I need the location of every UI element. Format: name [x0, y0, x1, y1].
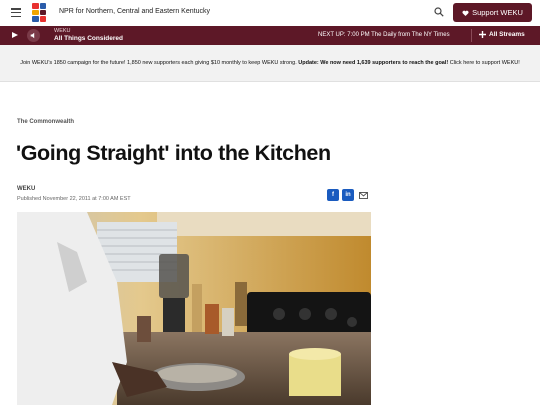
campaign-support-link[interactable]: Click here to support WEKU!	[448, 60, 520, 66]
volume-icon	[30, 32, 35, 39]
weku-logo[interactable]	[32, 3, 46, 22]
all-streams-label: All Streams	[489, 31, 525, 38]
plus-icon	[479, 31, 486, 38]
kitchen-photo	[17, 212, 371, 405]
article-headline: 'Going Straight' into the Kitchen	[16, 141, 331, 165]
campaign-text-plain: Join WEKU's 1850 campaign for the future…	[20, 60, 299, 66]
site-tagline: NPR for Northern, Central and Eastern Ke…	[59, 8, 210, 15]
facebook-icon: f	[332, 192, 334, 198]
audio-player-bar: WEKU All Things Considered NEXT UP: 7:00…	[0, 26, 540, 45]
campaign-banner: Join WEKU's 1850 campaign for the future…	[0, 45, 540, 82]
site-header: NPR for Northern, Central and Eastern Ke…	[0, 0, 540, 26]
hamburger-icon[interactable]	[11, 8, 21, 17]
play-icon[interactable]	[12, 32, 18, 38]
player-divider	[471, 29, 472, 42]
next-up: NEXT UP: 7:00 PM The Daily from The NY T…	[318, 32, 450, 38]
all-streams-button[interactable]: All Streams	[479, 31, 525, 38]
station-name: WEKU	[54, 28, 71, 34]
program-name[interactable]: All Things Considered	[54, 35, 123, 42]
volume-button[interactable]	[27, 29, 40, 42]
linkedin-share-button[interactable]: in	[342, 189, 354, 201]
section-label[interactable]: The Commonwealth	[17, 119, 74, 125]
article-photo	[17, 212, 371, 405]
facebook-share-button[interactable]: f	[327, 189, 339, 201]
email-share-button[interactable]	[357, 189, 369, 201]
author-byline[interactable]: WEKU	[17, 186, 35, 192]
support-button[interactable]: Support WEKU	[453, 3, 532, 22]
mail-icon	[358, 191, 368, 199]
search-icon[interactable]	[434, 7, 444, 17]
campaign-text-bold: Update: We now need 1,639 supporters to …	[298, 60, 449, 66]
campaign-text: Join WEKU's 1850 campaign for the future…	[10, 59, 530, 67]
publish-date: Published November 22, 2011 at 7:00 AM E…	[17, 196, 131, 202]
linkedin-icon: in	[345, 192, 351, 198]
support-label: Support WEKU	[472, 8, 523, 17]
heart-icon	[462, 10, 469, 16]
